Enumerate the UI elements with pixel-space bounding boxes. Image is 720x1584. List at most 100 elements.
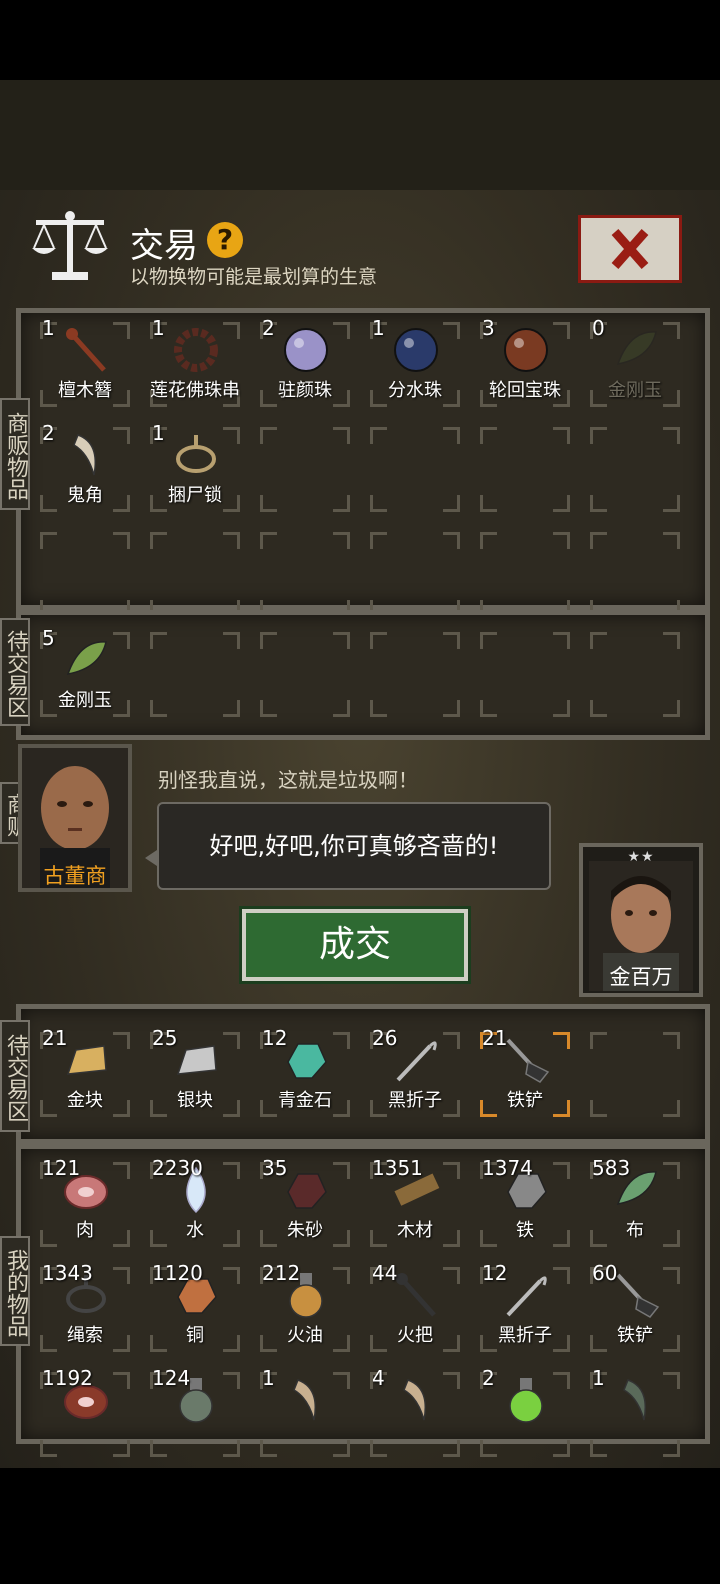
- deal-button[interactable]: 成交: [242, 909, 468, 981]
- slot-frame-corner: [370, 495, 387, 512]
- my-goods-slot[interactable]: 212 火油: [250, 1257, 360, 1362]
- my-pending-slot[interactable]: 26 黑折子: [360, 1022, 470, 1127]
- empty-slot[interactable]: [580, 622, 690, 727]
- my-goods-slot[interactable]: 1351 木材: [360, 1152, 470, 1257]
- slot-frame-corner: [480, 700, 497, 717]
- slot-frame-corner: [223, 427, 240, 444]
- empty-slot[interactable]: [580, 417, 690, 522]
- merchant-name: 古董商: [43, 864, 107, 888]
- item-quantity: 121: [42, 1156, 81, 1180]
- my-goods-grid: 121 肉 2230 水 35 朱砂 1351 木材 1374 铁 583 布 1343 绳索 1120 铜 2…: [30, 1152, 690, 1467]
- item-quantity: 21: [42, 1026, 68, 1050]
- slot-frame-corner: [553, 495, 570, 512]
- merchant-goods-slot[interactable]: 1 莲花佛珠串: [140, 312, 250, 417]
- page-title: 交易: [130, 226, 198, 266]
- merchant-goods-tab[interactable]: 商贩物品: [0, 398, 30, 510]
- item-quantity: 4: [372, 1366, 385, 1390]
- slot-frame-corner: [443, 1267, 460, 1284]
- cinnabar-icon: [280, 1164, 332, 1216]
- slot-frame-corner: [443, 427, 460, 444]
- my-goods-tab[interactable]: 我的物品: [0, 1236, 30, 1346]
- merchant-goods-slot[interactable]: 1 捆尸锁: [140, 417, 250, 522]
- merchant-pending-tab[interactable]: 待交易区: [0, 618, 30, 726]
- slot-frame-corner: [590, 700, 607, 717]
- my-goods-slot[interactable]: 60 铁铲: [580, 1257, 690, 1362]
- empty-slot[interactable]: [360, 417, 470, 522]
- my-goods-slot[interactable]: 4: [360, 1362, 470, 1467]
- my-goods-slot[interactable]: 2230 水: [140, 1152, 250, 1257]
- my-pending-slot[interactable]: 25 银块: [140, 1022, 250, 1127]
- potion-icon: [500, 1374, 552, 1426]
- jade-icon: [610, 324, 662, 376]
- item-quantity: 1: [372, 316, 385, 340]
- my-goods-slot[interactable]: 2: [470, 1362, 580, 1467]
- slot-frame-corner: [663, 1162, 680, 1179]
- my-goods-slot[interactable]: 1: [250, 1362, 360, 1467]
- merchant-goods-slot[interactable]: 1 分水珠: [360, 312, 470, 417]
- scales-icon: [30, 208, 110, 284]
- merchant-goods-slot[interactable]: 2 驻颜珠: [250, 312, 360, 417]
- slot-frame-corner: [223, 1267, 240, 1284]
- empty-slot[interactable]: [360, 622, 470, 727]
- empty-slot[interactable]: [250, 417, 360, 522]
- my-goods-slot[interactable]: 1120 铜: [140, 1257, 250, 1362]
- slot-frame-corner: [553, 1267, 570, 1284]
- close-icon: [611, 229, 649, 269]
- slot-frame-corner: [590, 427, 607, 444]
- my-goods-slot[interactable]: 1374 铁: [470, 1152, 580, 1257]
- empty-slot[interactable]: [470, 417, 580, 522]
- item-quantity: 1: [262, 1366, 275, 1390]
- my-goods-slot[interactable]: 1192: [30, 1362, 140, 1467]
- merchant-pending-slot[interactable]: 5 金刚玉: [30, 622, 140, 727]
- item-name: 驻颜珠: [278, 380, 332, 401]
- slot-frame-corner: [113, 632, 130, 649]
- item-name: 肉: [76, 1220, 94, 1241]
- slot-frame-corner: [40, 532, 57, 549]
- player-name: 金百万: [609, 965, 673, 989]
- merchant-pending-grid: 5 金刚玉: [30, 622, 690, 727]
- my-goods-slot[interactable]: 124: [140, 1362, 250, 1467]
- merchant-goods-slot[interactable]: 1 檀木簪: [30, 312, 140, 417]
- empty-slot[interactable]: [140, 622, 250, 727]
- slot-frame-corner: [333, 1267, 350, 1284]
- item-quantity: 1192: [42, 1366, 93, 1390]
- my-pending-slot[interactable]: 21 铁铲: [470, 1022, 580, 1127]
- my-goods-slot[interactable]: 121 肉: [30, 1152, 140, 1257]
- empty-slot[interactable]: [470, 622, 580, 727]
- help-button[interactable]: ?: [207, 222, 243, 258]
- my-goods-slot[interactable]: 35 朱砂: [250, 1152, 360, 1257]
- item-quantity: 12: [482, 1261, 508, 1285]
- close-button[interactable]: [578, 215, 682, 283]
- empty-slot[interactable]: [250, 622, 360, 727]
- my-goods-slot[interactable]: 583 布: [580, 1152, 690, 1257]
- slot-frame-corner: [260, 700, 277, 717]
- slot-frame-corner: [553, 427, 570, 444]
- slot-frame-corner: [260, 532, 277, 549]
- merchant-goods-slot[interactable]: 2 鬼角: [30, 417, 140, 522]
- merchant-goods-slot[interactable]: 3 轮回宝珠: [470, 312, 580, 417]
- gold-bar-icon: [60, 1034, 112, 1086]
- my-goods-slot[interactable]: 1: [580, 1362, 690, 1467]
- item-quantity: 0: [592, 316, 605, 340]
- my-pending-tab[interactable]: 待交易区: [0, 1020, 30, 1132]
- item-quantity: 2: [42, 421, 55, 445]
- item-name: 木材: [397, 1220, 433, 1241]
- merchant-goods-slot[interactable]: 0 金刚玉: [580, 312, 690, 417]
- my-pending-slot[interactable]: 12 青金石: [250, 1022, 360, 1127]
- slot-frame-corner: [333, 322, 350, 339]
- item-quantity: 25: [152, 1026, 178, 1050]
- item-name: 铜: [186, 1325, 204, 1346]
- my-goods-slot[interactable]: 1343 绳索: [30, 1257, 140, 1362]
- slot-frame-corner: [443, 322, 460, 339]
- shovel-icon: [610, 1269, 662, 1321]
- slot-frame-corner: [150, 1440, 167, 1457]
- item-name: 水: [186, 1220, 204, 1241]
- my-pending-slot[interactable]: 21 金块: [30, 1022, 140, 1127]
- my-goods-slot[interactable]: 12 黑折子: [470, 1257, 580, 1362]
- my-goods-slot[interactable]: 44 火把: [360, 1257, 470, 1362]
- merchant-portrait[interactable]: 古董商: [18, 744, 132, 892]
- player-portrait[interactable]: ★★ 金百万: [579, 843, 703, 997]
- shovel-icon: [500, 1034, 552, 1086]
- item-quantity: 1: [592, 1366, 605, 1390]
- empty-slot[interactable]: [580, 1022, 690, 1127]
